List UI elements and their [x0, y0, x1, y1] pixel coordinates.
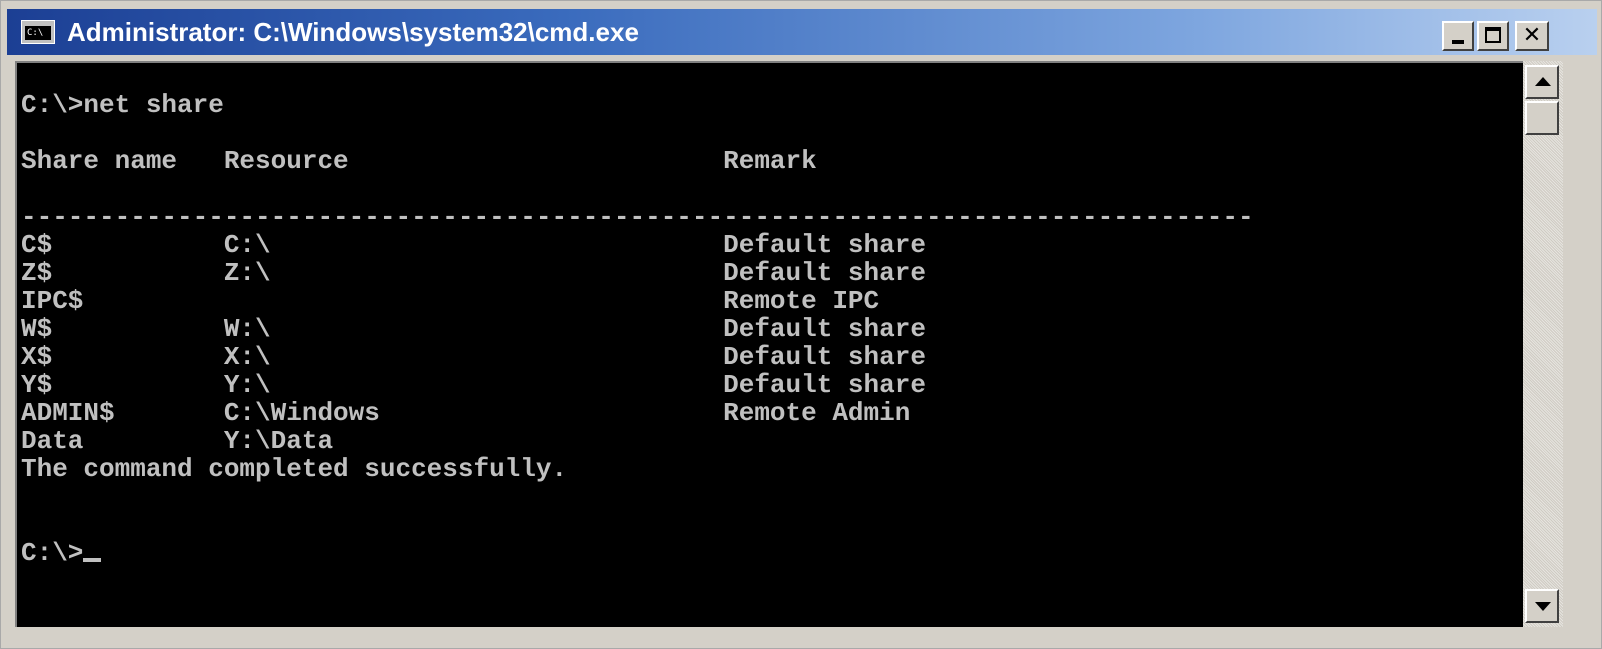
console-line: Share name Resource Remark	[21, 146, 817, 176]
cmd-window: C:\ Administrator: C:\Windows\system32\c…	[0, 0, 1602, 649]
maximize-button[interactable]	[1477, 21, 1509, 51]
console-line: C:\>net share	[21, 90, 224, 120]
scroll-down-button[interactable]	[1525, 589, 1559, 623]
prompt-text: C:\>	[21, 538, 84, 568]
scroll-up-arrow-icon	[1535, 77, 1551, 86]
console-line: IPC$ Remote IPC	[21, 286, 880, 316]
scroll-up-button[interactable]	[1525, 65, 1559, 99]
close-button[interactable]: ✕	[1515, 21, 1549, 51]
console-output[interactable]: C:\>net share Share name Resource Remark…	[15, 61, 1523, 627]
console-line: ADMIN$ C:\Windows Remote Admin	[21, 398, 911, 428]
console-line: ----------------------------------------…	[21, 202, 1254, 232]
maximize-icon	[1485, 27, 1501, 43]
console-line: Y$ Y:\ Default share	[21, 370, 926, 400]
console-line: Z$ Z:\ Default share	[21, 258, 926, 288]
scroll-thumb[interactable]	[1525, 101, 1559, 135]
console-line: W$ W:\ Default share	[21, 314, 926, 344]
minimize-icon	[1452, 40, 1464, 44]
prompt-line[interactable]: C:\>	[21, 538, 102, 568]
text-cursor	[83, 558, 102, 562]
vertical-scrollbar[interactable]	[1523, 61, 1563, 627]
scroll-down-arrow-icon	[1535, 602, 1551, 611]
minimize-button[interactable]	[1442, 21, 1474, 51]
window-title: Administrator: C:\Windows\system32\cmd.e…	[67, 17, 639, 47]
close-icon: ✕	[1522, 23, 1542, 48]
icon-prompt-text: C:\	[25, 26, 51, 40]
console-line: C$ C:\ Default share	[21, 230, 926, 260]
console-app-icon[interactable]: C:\	[21, 20, 55, 44]
console-line: Data Y:\Data	[21, 426, 334, 456]
console-line: The command completed successfully.	[21, 454, 568, 484]
title-bar[interactable]: C:\ Administrator: C:\Windows\system32\c…	[7, 9, 1597, 55]
console-line: X$ X:\ Default share	[21, 342, 926, 372]
